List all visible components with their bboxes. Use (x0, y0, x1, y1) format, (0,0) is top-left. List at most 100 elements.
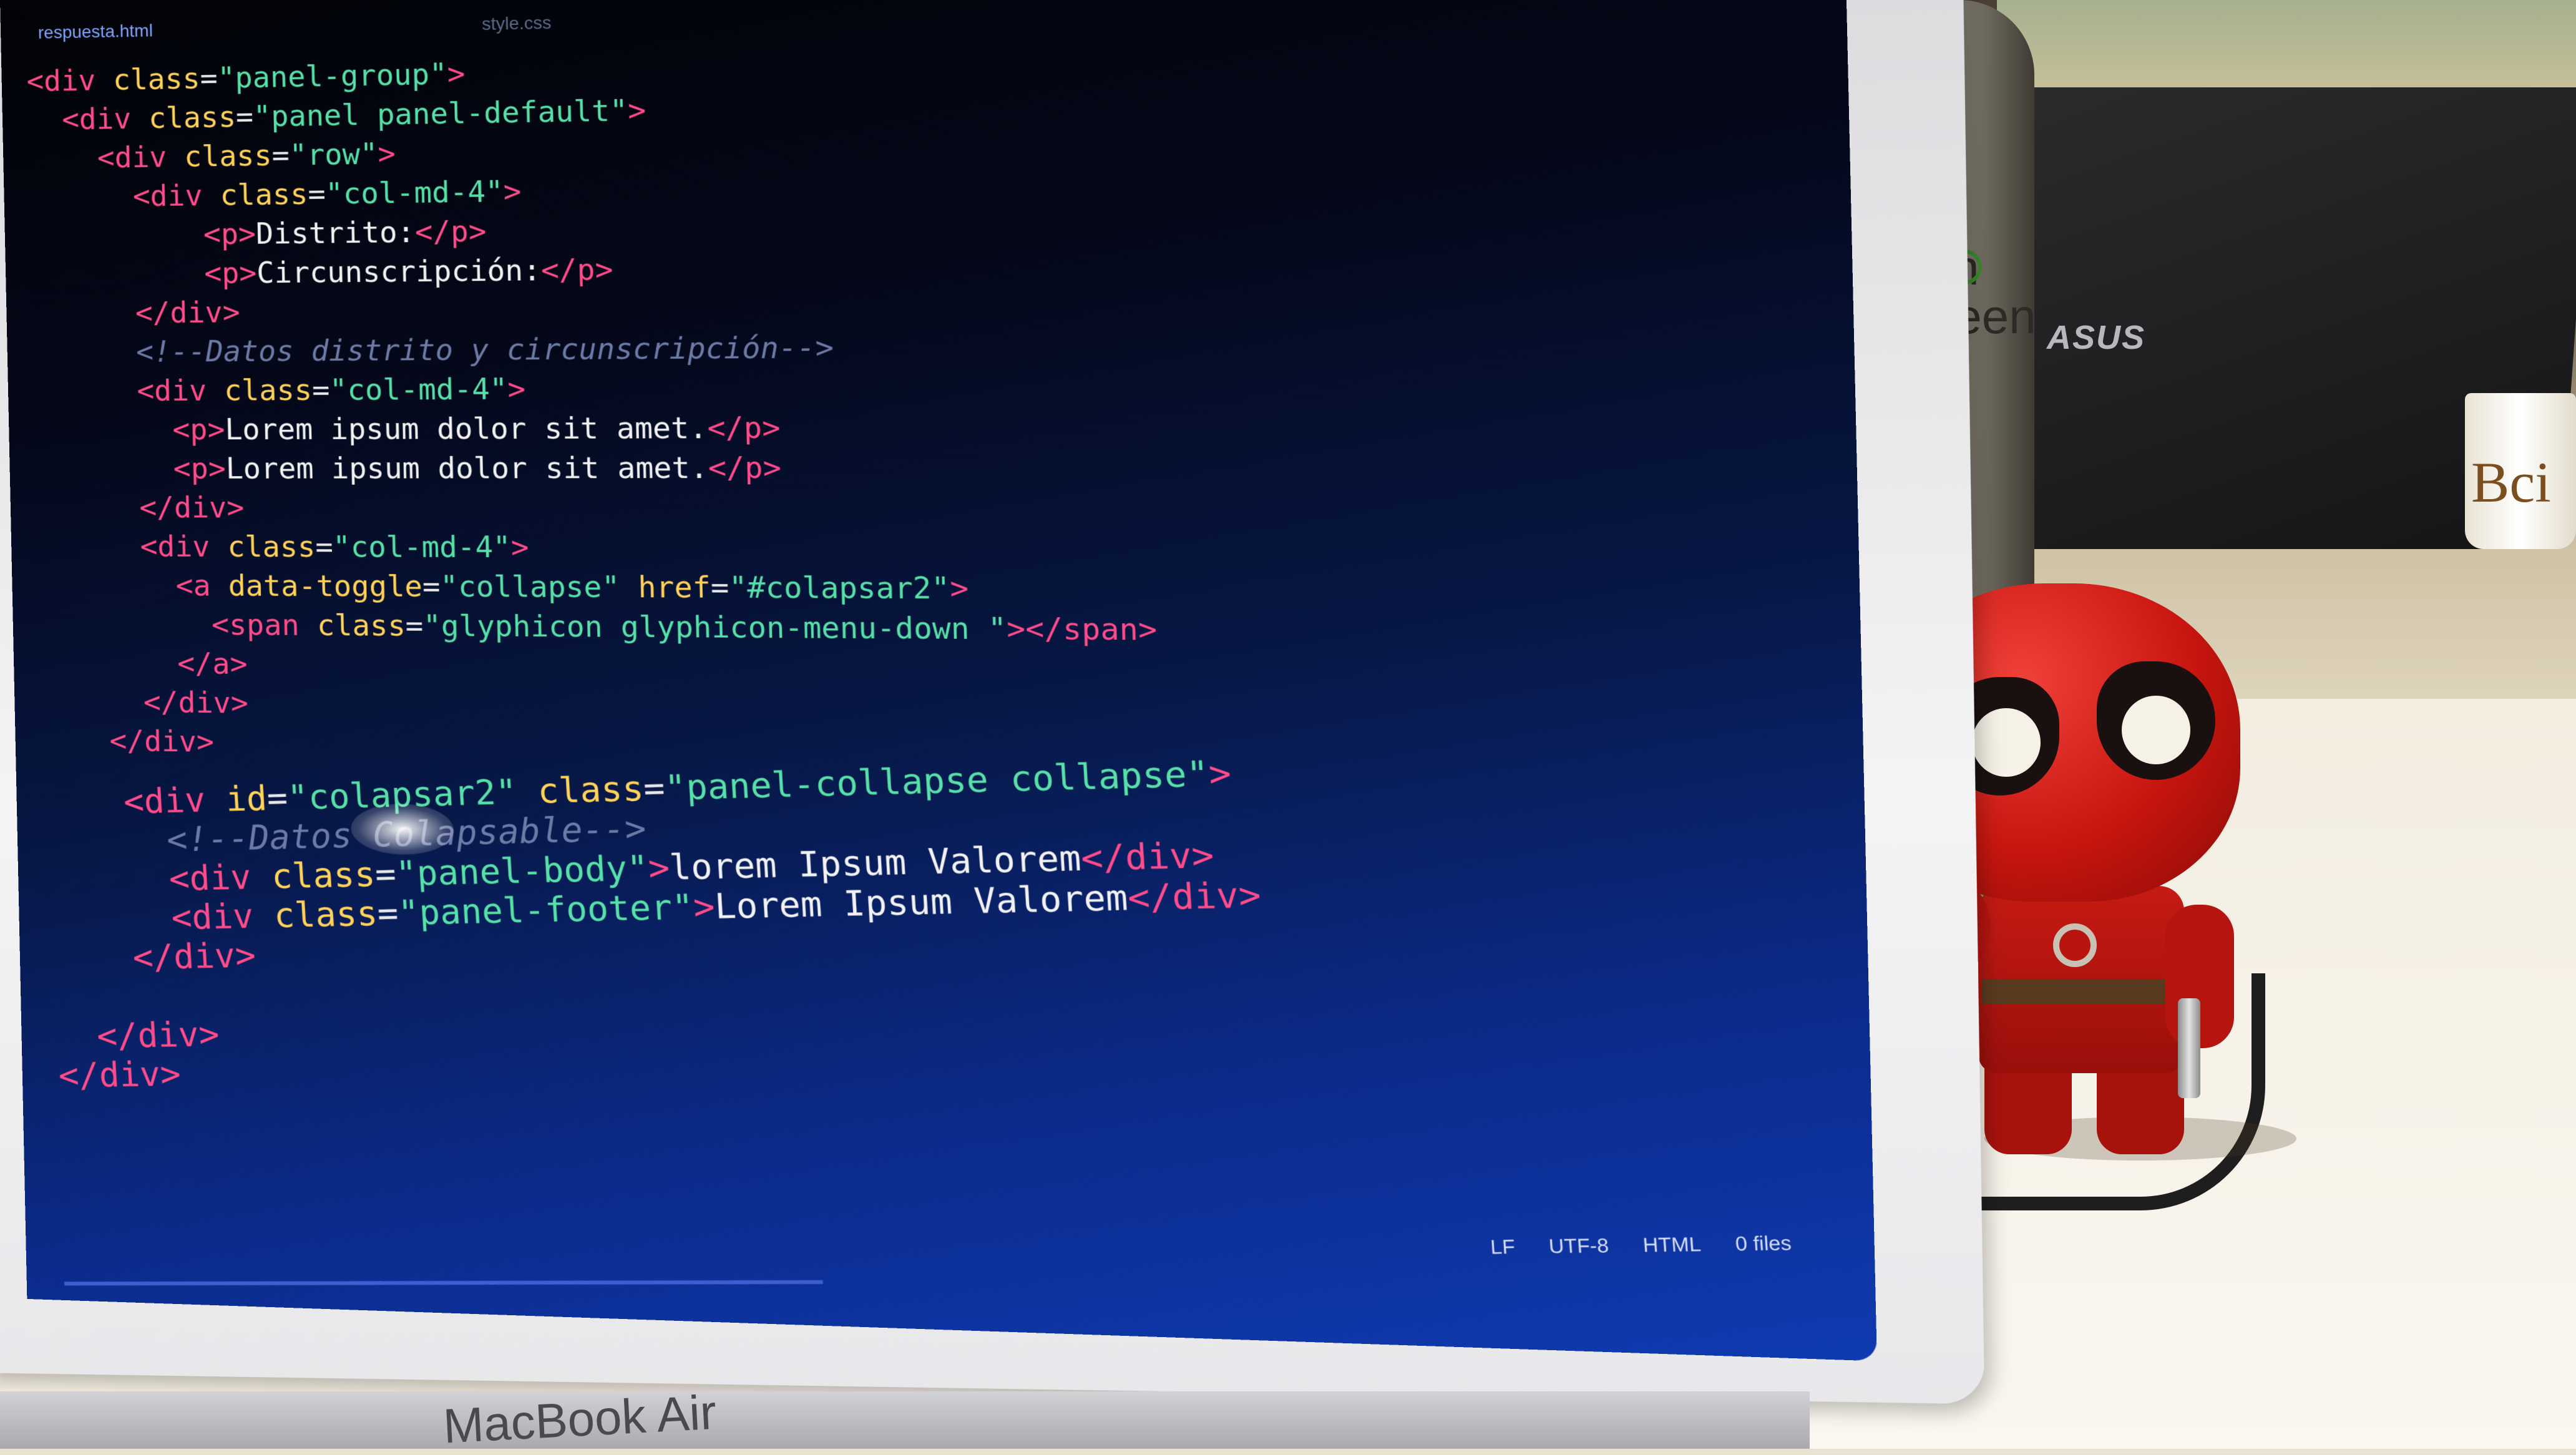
code-token: = (710, 570, 729, 605)
figure-pistol (2178, 998, 2200, 1098)
code-token: > (503, 173, 522, 209)
code-token: <p> (173, 451, 227, 485)
code-token: = (265, 777, 289, 819)
code-token: = (235, 99, 254, 134)
macbook-base-edge (0, 1391, 1810, 1449)
horizontal-scrollbar[interactable] (64, 1280, 823, 1286)
code-token: "collapse" (439, 569, 620, 605)
code-token: </div> (109, 723, 215, 759)
code-token: </p> (414, 213, 487, 250)
code-token: "panel panel-default" (253, 93, 628, 134)
status-encoding[interactable]: UTF-8 (1548, 1235, 1609, 1258)
code-token: "panel-group" (217, 56, 448, 95)
code-editor-upper[interactable]: <div class="panel-group"> <div class="pa… (26, 30, 1778, 778)
tab-respuesta-html[interactable]: respuesta.html (38, 21, 154, 43)
code-token: </div> (132, 935, 257, 978)
code-token: > (949, 570, 969, 606)
code-token: = (271, 138, 290, 173)
figure-left-eye (1972, 708, 2041, 777)
code-token: = (307, 177, 326, 212)
code-token: <div (136, 373, 225, 408)
code-token: "col-md-4" (325, 174, 504, 211)
code-token: = (199, 61, 218, 95)
code-token: class (223, 372, 313, 407)
code-token: > (377, 136, 396, 171)
code-token: = (405, 608, 424, 643)
code-token: <div (97, 139, 185, 175)
code-token: id (225, 778, 268, 819)
code-token: "panel-footer" (397, 887, 695, 933)
code-token: Distrito: (255, 215, 416, 251)
code-token: > (647, 847, 671, 888)
code-token: </div> (1126, 874, 1262, 918)
cup-logo-text: Bci (2471, 450, 2551, 514)
code-token: "#colapsar2" (728, 570, 950, 606)
tab-style-css[interactable]: style.css (482, 12, 552, 34)
code-token: > (447, 56, 466, 91)
figure-belt (1981, 980, 2181, 1005)
code-token: </div> (95, 1014, 221, 1056)
code-token: <div (139, 529, 228, 564)
code-token: <div (170, 895, 275, 938)
code-token: > (627, 92, 646, 128)
code-token: = (315, 529, 334, 564)
code-token: <div (26, 62, 114, 99)
background-window (1997, 0, 2576, 100)
code-editor-lower[interactable]: <div id="colapsar2" class="panel-collaps… (41, 734, 1797, 1095)
code-token: "glyphicon glyphicon-menu-down " (422, 608, 1007, 646)
code-token: <!--Datos distrito y circunscripción--> (135, 329, 834, 369)
laptop-screen: respuesta.html style.css <div class="pan… (0, 0, 1877, 1361)
code-token: class (227, 529, 316, 564)
code-token: </p> (706, 410, 781, 445)
code-token: class (219, 177, 308, 212)
code-token: class (273, 893, 379, 936)
code-token: class (148, 99, 237, 135)
code-token: <div (132, 178, 221, 213)
code-token: </div> (57, 1054, 182, 1096)
code-token: <div (61, 101, 149, 137)
code-token: <p> (203, 255, 257, 291)
code-token: Lorem ipsum dolor sit amet. (224, 410, 708, 447)
code-line[interactable]: </div> (35, 487, 1772, 529)
code-token: class (183, 138, 273, 174)
status-git-files[interactable]: 0 files (1735, 1232, 1792, 1255)
code-token: </div> (143, 685, 249, 720)
code-token: <p> (203, 217, 256, 251)
code-token: "col-md-4" (329, 371, 508, 407)
figure-right-eye (2122, 696, 2190, 764)
code-token: </p> (540, 252, 614, 288)
code-token: ></span> (1006, 611, 1158, 648)
code-line[interactable]: <div class="col-md-4"> (36, 527, 1773, 570)
code-token: > (1208, 752, 1232, 795)
status-line-ending[interactable]: LF (1490, 1236, 1516, 1258)
code-token: = (374, 854, 398, 895)
code-line[interactable]: <p>Lorem ipsum dolor sit amet.</p> (34, 404, 1770, 449)
code-token: href (637, 570, 711, 605)
code-token: = (311, 372, 330, 407)
status-grammar[interactable]: HTML (1642, 1234, 1702, 1257)
asus-logo: ASUS (2047, 319, 2146, 356)
code-token: class (112, 61, 201, 97)
code-line[interactable]: <p>Lorem ipsum dolor sit amet.</p> (34, 445, 1771, 488)
code-token: > (510, 530, 530, 565)
code-token: Circunscripción: (256, 253, 542, 290)
